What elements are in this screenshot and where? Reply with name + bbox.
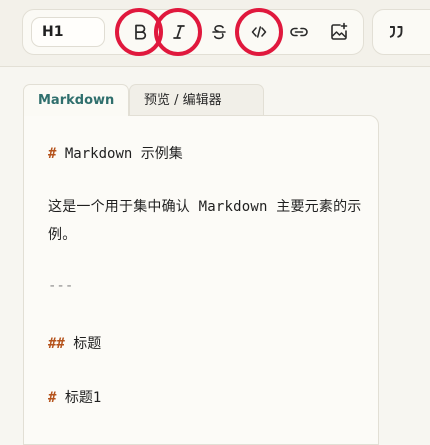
- strikethrough-icon: [210, 23, 228, 41]
- link-icon: [289, 23, 309, 41]
- line-text: 标题1: [56, 390, 102, 406]
- markdown-hash: ##: [48, 336, 65, 352]
- italic-button[interactable]: [163, 16, 195, 48]
- quote-icon: [387, 23, 405, 41]
- toolbar-main-group: H1: [22, 9, 364, 55]
- line-text: 标题: [64, 336, 102, 352]
- strikethrough-button[interactable]: [203, 16, 235, 48]
- heading-level-select[interactable]: H1: [31, 17, 105, 47]
- code-button[interactable]: [243, 16, 275, 48]
- tab-markdown[interactable]: Markdown: [23, 84, 129, 116]
- line-text: Markdown 示例集: [56, 146, 183, 162]
- formatting-toolbar: H1: [0, 0, 430, 67]
- editor-line-h2: ## 标题: [48, 333, 101, 353]
- toolbar-extra-group: [372, 9, 430, 55]
- bold-icon: [132, 23, 150, 41]
- link-button[interactable]: [283, 16, 315, 48]
- editor-line-h1: # 标题1: [48, 387, 101, 407]
- editor-horizontal-rule: ---: [48, 278, 74, 294]
- tab-preview-editor[interactable]: 预览 / 编辑器: [129, 84, 264, 116]
- editor-paragraph: 这是一个用于集中确认 Markdown 主要元素的示例。: [48, 199, 362, 243]
- insert-image-button[interactable]: [323, 16, 355, 48]
- editor-line-h1-title: # Markdown 示例集: [48, 143, 183, 163]
- bold-button[interactable]: [125, 16, 157, 48]
- image-add-icon: [329, 22, 349, 42]
- markdown-editor[interactable]: # Markdown 示例集 这是一个用于集中确认 Markdown 主要元素的…: [23, 115, 379, 445]
- code-icon: [250, 23, 268, 41]
- blockquote-button[interactable]: [380, 16, 412, 48]
- italic-icon: [170, 23, 188, 41]
